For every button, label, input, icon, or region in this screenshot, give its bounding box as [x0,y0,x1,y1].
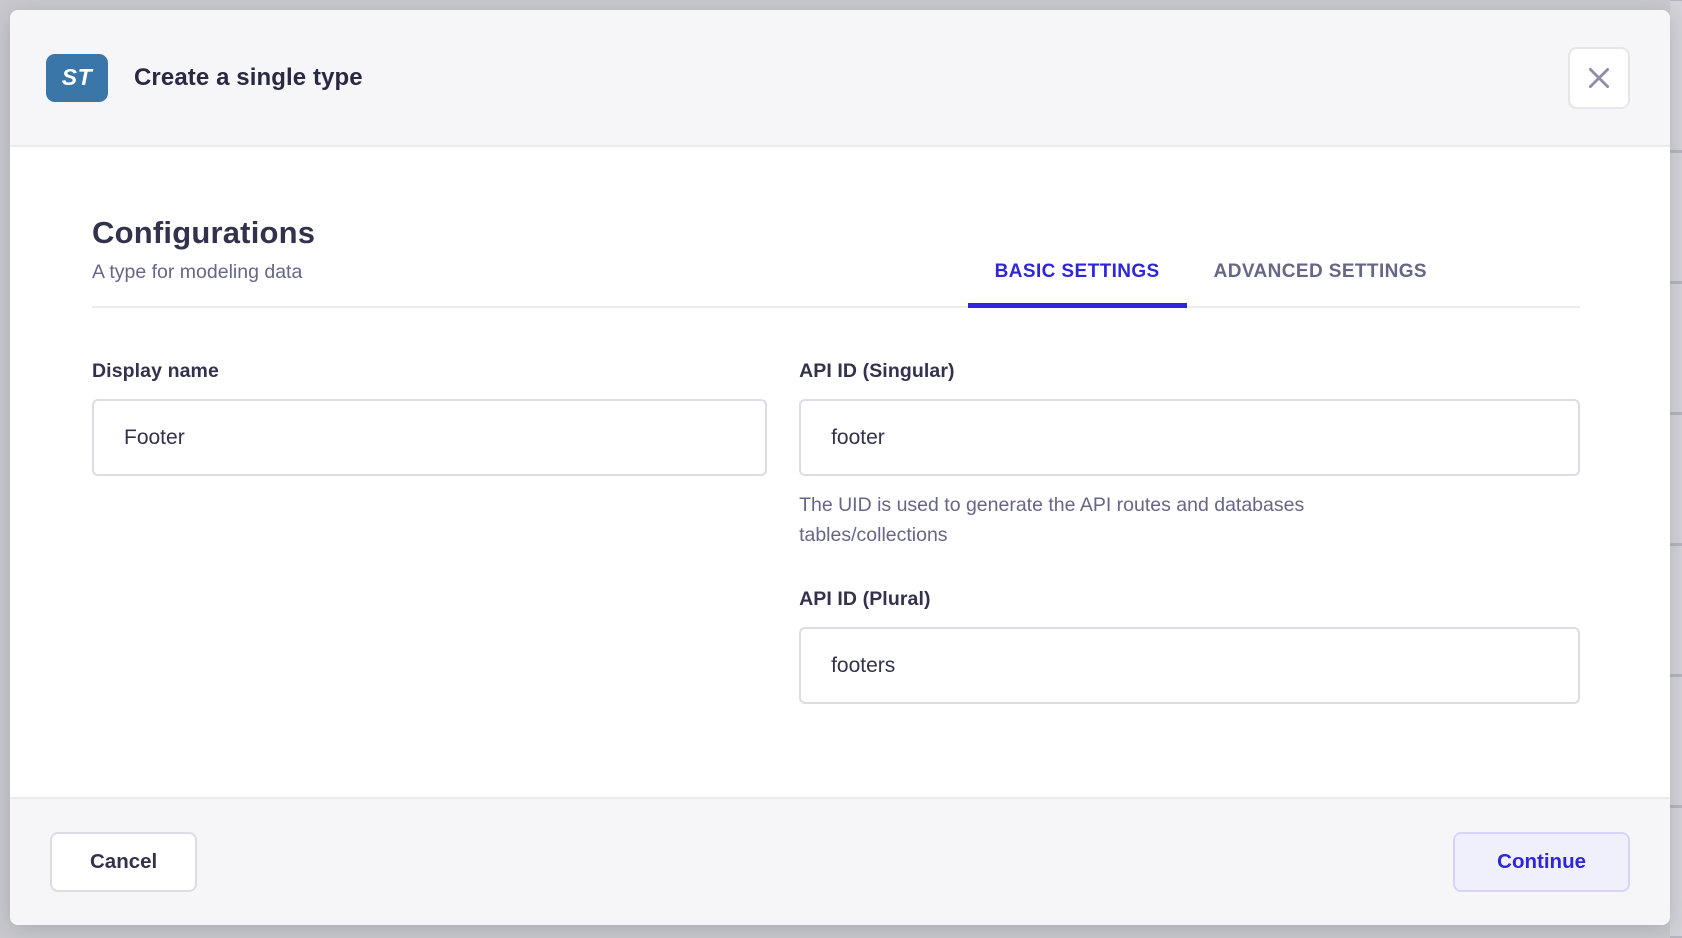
configurations-header-row: Configurations A type for modeling data … [92,215,1580,308]
modal-title: Create a single type [134,64,363,92]
single-type-badge-label: ST [62,64,92,91]
single-type-badge-icon: ST [46,54,108,102]
cancel-button[interactable]: Cancel [50,832,197,892]
configurations-titles: Configurations A type for modeling data [92,215,315,306]
continue-button[interactable]: Continue [1453,832,1630,892]
page-title: Configurations [92,215,315,251]
settings-tabs: BASIC SETTINGS ADVANCED SETTINGS [968,243,1454,306]
backdrop-page-rows [1670,0,1682,938]
api-id-singular-field-group: API ID (Singular) The UID is used to gen… [799,360,1580,550]
close-icon [1586,65,1612,91]
api-id-singular-label: API ID (Singular) [799,360,1580,383]
api-id-plural-field-group: API ID (Plural) [799,588,1580,704]
display-name-label: Display name [92,360,767,383]
modal-footer: Cancel Continue [10,797,1670,925]
tab-advanced-settings[interactable]: ADVANCED SETTINGS [1187,243,1454,308]
page-subtitle: A type for modeling data [92,261,315,284]
close-button[interactable] [1568,47,1630,109]
api-id-singular-input[interactable] [799,399,1580,476]
display-name-field-group: Display name [92,360,767,476]
form-column-right: API ID (Singular) The UID is used to gen… [799,360,1580,704]
configurations-form: Display name API ID (Singular) The UID i… [92,360,1580,704]
api-id-plural-label: API ID (Plural) [799,588,1580,611]
create-single-type-modal: ST Create a single type Configurations A… [10,10,1670,925]
api-id-plural-input[interactable] [799,627,1580,704]
display-name-input[interactable] [92,399,767,476]
api-id-singular-hint: The UID is used to generate the API rout… [799,490,1439,550]
form-column-left: Display name [92,360,767,704]
modal-body: Configurations A type for modeling data … [10,147,1670,797]
tab-basic-settings[interactable]: BASIC SETTINGS [968,243,1187,308]
modal-header: ST Create a single type [10,10,1670,147]
